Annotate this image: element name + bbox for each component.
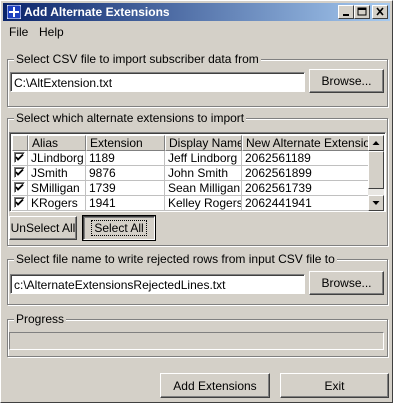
table-row[interactable]: KRogers 1941 Kelley Rogers 2062441941 <box>12 196 370 211</box>
cell-display-name: Sean Milligan <box>165 181 242 196</box>
header-extension[interactable]: Extension <box>86 135 165 151</box>
csv-group-label: Select CSV file to import subscriber dat… <box>14 52 261 66</box>
close-button[interactable] <box>372 5 388 19</box>
cell-display-name: Jeff Lindborg <box>165 151 242 166</box>
cell-alias: SMilligan <box>28 181 86 196</box>
row-checkbox-cell[interactable] <box>12 151 28 166</box>
maximize-icon <box>357 7 367 16</box>
header-alias[interactable]: Alias <box>28 135 86 151</box>
exit-label: Exit <box>324 378 345 393</box>
close-icon <box>376 7 384 16</box>
cell-new-ext: 2062561189 <box>242 151 370 166</box>
scroll-thumb[interactable] <box>368 151 384 189</box>
cell-alias: KRogers <box>28 196 86 211</box>
row-checkbox[interactable] <box>14 167 25 178</box>
progress-bar <box>9 332 384 350</box>
checkmark-icon <box>15 153 24 161</box>
exit-button[interactable]: Exit <box>280 373 389 398</box>
row-checkbox-cell[interactable] <box>12 166 28 181</box>
rejected-browse-button[interactable]: Browse... <box>309 271 384 295</box>
row-checkbox[interactable] <box>14 182 25 193</box>
minimize-icon <box>343 14 349 16</box>
select-all-button[interactable]: Select All <box>82 215 156 241</box>
csv-path-input[interactable]: C:\AltExtension.txt <box>10 72 305 92</box>
title-bar[interactable]: Add Alternate Extensions <box>3 3 390 21</box>
maximize-button[interactable] <box>354 5 370 19</box>
cell-display-name: Kelley Rogers <box>165 196 242 211</box>
cell-new-ext: 2062561899 <box>242 166 370 181</box>
cell-new-ext: 2062441941 <box>242 196 370 211</box>
grid-header: Alias Extension Display Name New Alterna… <box>12 135 370 151</box>
cell-extension: 1739 <box>86 181 165 196</box>
cell-display-name: John Smith <box>165 166 242 181</box>
menu-help[interactable]: Help <box>39 25 64 39</box>
cell-extension: 9876 <box>86 166 165 181</box>
unselect-all-button[interactable]: UnSelect All <box>9 216 77 240</box>
cell-extension: 1189 <box>86 151 165 166</box>
header-display-name[interactable]: Display Name <box>165 135 242 151</box>
window-title: Add Alternate Extensions <box>24 5 170 19</box>
minimize-button[interactable] <box>338 5 354 19</box>
arrow-up-icon <box>372 141 380 145</box>
menu-bar: File Help <box>3 23 390 41</box>
add-extensions-button[interactable]: Add Extensions <box>160 373 270 398</box>
rejected-group-label: Select file name to write rejected rows … <box>14 252 337 266</box>
grid-vertical-scrollbar[interactable] <box>368 135 384 211</box>
select-all-label: Select All <box>91 220 147 236</box>
app-plus-icon <box>7 5 21 19</box>
table-row[interactable]: SMilligan 1739 Sean Milligan 2062561739 <box>12 181 370 196</box>
cell-alias: JLindborg <box>28 151 86 166</box>
checkmark-icon <box>15 198 24 206</box>
row-checkbox[interactable] <box>14 197 25 208</box>
cell-alias: JSmith <box>28 166 86 181</box>
unselect-all-label: UnSelect All <box>10 221 76 235</box>
row-checkbox-cell[interactable] <box>12 196 28 211</box>
scroll-down-button[interactable] <box>368 195 384 211</box>
csv-browse-button[interactable]: Browse... <box>309 69 384 93</box>
rejected-browse-label: Browse... <box>321 276 372 290</box>
scroll-up-button[interactable] <box>368 135 384 151</box>
arrow-down-icon <box>372 201 380 205</box>
table-row[interactable]: JLindborg 1189 Jeff Lindborg 2062561189 <box>12 151 370 166</box>
cell-extension: 1941 <box>86 196 165 211</box>
rejected-path-input[interactable]: c:\AlternateExtensionsRejectedLines.txt <box>10 274 305 294</box>
add-extensions-label: Add Extensions <box>173 378 257 393</box>
progress-group-label: Progress <box>14 312 67 326</box>
header-new-alt-extension[interactable]: New Alternate Extension <box>242 135 370 151</box>
csv-browse-label: Browse... <box>321 74 372 88</box>
menu-file[interactable]: File <box>9 25 28 39</box>
extensions-grid[interactable]: Alias Extension Display Name New Alterna… <box>9 132 386 212</box>
row-checkbox[interactable] <box>14 152 25 163</box>
app-window: Add Alternate Extensions File Help Selec… <box>0 0 393 403</box>
import-group-label: Select which alternate extensions to imp… <box>14 111 247 125</box>
row-checkbox-cell[interactable] <box>12 181 28 196</box>
header-check-column <box>12 135 28 151</box>
checkmark-icon <box>15 168 24 176</box>
cell-new-ext: 2062561739 <box>242 181 370 196</box>
table-row[interactable]: JSmith 9876 John Smith 2062561899 <box>12 166 370 181</box>
checkmark-icon <box>15 183 24 191</box>
grid-rows: JLindborg 1189 Jeff Lindborg 2062561189 … <box>12 151 370 211</box>
